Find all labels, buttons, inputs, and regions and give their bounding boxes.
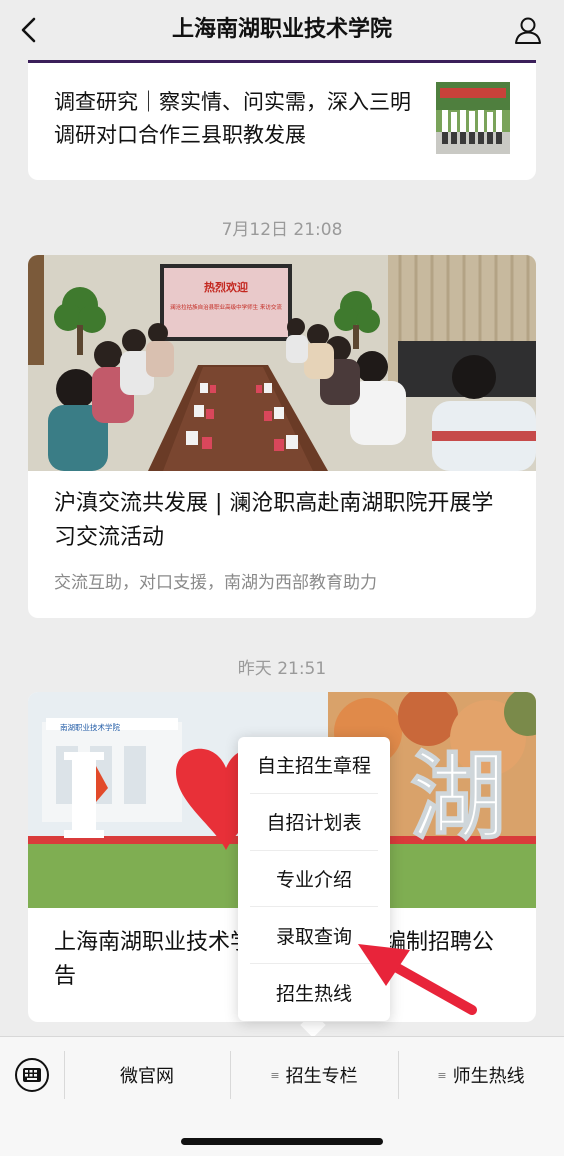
- sign-character: 湖: [410, 741, 506, 853]
- nav-header: 上海南湖职业技术学院: [0, 0, 564, 60]
- card-top-edge: [28, 60, 536, 63]
- article-card-1[interactable]: 调查研究｜察实情、问实需，深入三明调研对口合作三县职教发展: [28, 60, 536, 180]
- article-card-2[interactable]: 热烈欢迎 澜沧拉祜族自治县职业高级中学师生 来访交流 沪滇交流共发展 | 澜沧职…: [28, 255, 536, 618]
- article-subtitle: 交流互助，对口支援，南湖为西部教育助力: [54, 573, 377, 593]
- tab-micro-website[interactable]: 微官网: [64, 1051, 230, 1099]
- meeting-photo[interactable]: 热烈欢迎 澜沧拉祜族自治县职业高级中学师生 来访交流: [28, 255, 536, 471]
- menu-lines-icon: ≡: [270, 1068, 280, 1082]
- screen-banner-title: 热烈欢迎: [204, 280, 248, 294]
- back-chevron-icon[interactable]: [14, 14, 46, 46]
- tab-label: 师生热线: [452, 1066, 525, 1087]
- user-profile-icon[interactable]: [512, 14, 544, 46]
- article-title[interactable]: 调查研究｜察实情、问实需，深入三明调研对口合作三县职教发展: [54, 86, 424, 152]
- tab-enrollment-column[interactable]: ≡ 招生专栏: [230, 1051, 398, 1099]
- timestamp: 昨天 21:51: [237, 659, 327, 679]
- building-sign-text: 南湖职业技术学院: [60, 722, 120, 732]
- menu-item-admission-charter[interactable]: 自主招生章程: [250, 737, 378, 794]
- menu-item-major-intro[interactable]: 专业介绍: [250, 851, 378, 908]
- menu-item-enrollment-plan[interactable]: 自招计划表: [250, 794, 378, 851]
- page-title: 上海南湖职业技术学院: [171, 17, 392, 42]
- tab-label: 招生专栏: [285, 1066, 358, 1087]
- timestamp: 7月12日 21:08: [221, 220, 343, 240]
- tab-teacher-student-hotline[interactable]: ≡ 师生热线: [398, 1051, 564, 1099]
- screen-banner-subtitle: 澜沧拉祜族自治县职业高级中学师生 来访交流: [170, 303, 282, 311]
- menu-lines-icon: ≡: [437, 1068, 447, 1082]
- article-title[interactable]: 沪滇交流共发展 | 澜沧职高赴南湖职院开展学习交流活动: [54, 487, 514, 555]
- keyboard-icon[interactable]: [14, 1057, 50, 1093]
- article-thumbnail[interactable]: [436, 82, 510, 154]
- pointer-arrow-icon: [358, 944, 477, 1015]
- tab-label: 微官网: [120, 1066, 174, 1087]
- home-indicator[interactable]: [181, 1138, 383, 1145]
